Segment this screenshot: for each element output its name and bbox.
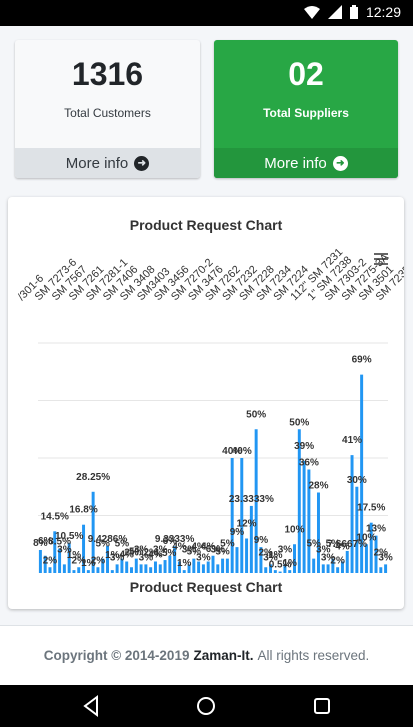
- chart-bar[interactable]: [62, 564, 66, 573]
- chart-bar[interactable]: [163, 560, 167, 573]
- suppliers-count: 02: [288, 56, 324, 92]
- data-label: 28%: [308, 481, 328, 492]
- arrow-circle-right-icon: ➜: [332, 155, 348, 171]
- data-label: 1%: [177, 558, 192, 569]
- chart-bar[interactable]: [379, 567, 383, 573]
- data-label: 69%: [352, 355, 372, 366]
- android-nav-bar: [0, 685, 413, 727]
- data-label: 16.8%: [69, 505, 97, 516]
- chart-bar[interactable]: [235, 547, 239, 573]
- chart-bar[interactable]: [144, 564, 148, 573]
- customers-label: Total Customers: [64, 106, 151, 120]
- chart-bar[interactable]: [158, 564, 162, 573]
- customers-card: 1316 Total Customers More info ➜: [15, 40, 200, 178]
- data-label: 12%: [237, 519, 257, 530]
- chart-bar[interactable]: [139, 564, 143, 573]
- data-label: 3%: [378, 552, 393, 563]
- chart-bar[interactable]: [72, 570, 76, 573]
- suppliers-card: 02 Total Suppliers More info ➜: [214, 40, 398, 178]
- signal-icon: [327, 5, 342, 19]
- chart-bar[interactable]: [240, 458, 244, 573]
- chart-bar[interactable]: [326, 564, 330, 573]
- data-label: 28.25%: [76, 472, 110, 483]
- chart-bar[interactable]: [249, 505, 253, 573]
- chart-bar[interactable]: [302, 460, 306, 573]
- chart-bar[interactable]: [38, 550, 42, 573]
- chart-bar[interactable]: [77, 567, 81, 573]
- home-icon[interactable]: [194, 694, 218, 718]
- wifi-icon: [303, 5, 320, 19]
- chart-bar[interactable]: [130, 567, 133, 573]
- chart-bar[interactable]: [384, 564, 388, 573]
- data-label: 10.5%: [55, 531, 83, 542]
- data-label: 2%: [330, 555, 345, 566]
- data-label: 1%: [282, 558, 297, 569]
- chart-bar[interactable]: [201, 564, 205, 573]
- chart-bar[interactable]: [221, 558, 225, 573]
- data-label: 39%: [294, 441, 314, 452]
- more-info-label: More info: [65, 154, 129, 172]
- customers-count: 1316: [71, 56, 144, 92]
- chart-bar[interactable]: [345, 550, 349, 573]
- customers-more-info-link[interactable]: More info ➜: [15, 148, 200, 178]
- data-label: 2%: [43, 555, 58, 566]
- chart-bar[interactable]: [278, 571, 282, 573]
- data-label: 13%: [366, 524, 386, 535]
- data-label: 10%: [284, 524, 304, 535]
- chart-bar[interactable]: [48, 567, 52, 573]
- chart-bar[interactable]: [153, 561, 157, 574]
- chart-bar[interactable]: [336, 567, 340, 573]
- status-bar: 12:29: [0, 0, 413, 26]
- chart-card: Product Request Chart 8% 6% 2% 14.5% 8.5% 3% 1…: [8, 197, 404, 609]
- chart-bar[interactable]: [350, 455, 354, 573]
- chart-bar[interactable]: [216, 564, 220, 573]
- suppliers-more-info-link[interactable]: More info ➜: [214, 148, 398, 178]
- product-request-chart: 8%6%2%14.5%8.5%3%10.5%1%2%16.8%1%28.25%2…: [16, 246, 404, 595]
- chart-bar[interactable]: [225, 558, 229, 573]
- brand-link[interactable]: Zaman-It.: [193, 648, 253, 663]
- data-label: 3%: [278, 544, 293, 555]
- data-label: 9%: [254, 535, 269, 546]
- chart-bar[interactable]: [355, 486, 359, 573]
- data-label: 50%: [246, 409, 266, 420]
- suppliers-label: Total Suppliers: [263, 106, 349, 120]
- copyright-text: Copyright © 2014-2019: [43, 648, 190, 663]
- chart-bar[interactable]: [182, 570, 186, 573]
- data-label: 2%: [91, 555, 106, 566]
- data-label: 5%: [220, 539, 235, 550]
- recents-icon[interactable]: [310, 694, 334, 718]
- chart-bar[interactable]: [115, 564, 119, 573]
- data-label: 30%: [347, 475, 367, 486]
- data-label: 40%: [232, 446, 252, 457]
- chart-bar[interactable]: [312, 558, 316, 573]
- chart-bar[interactable]: [245, 538, 249, 574]
- chart-bar[interactable]: [192, 558, 196, 573]
- data-label: 14.5%: [41, 511, 69, 522]
- rights-text: All rights reserved.: [257, 648, 370, 663]
- chart-bar[interactable]: [134, 558, 138, 573]
- more-info-label: More info: [264, 154, 327, 172]
- chart-bar[interactable]: [110, 570, 114, 573]
- chart-bar[interactable]: [321, 564, 325, 573]
- chart-bar[interactable]: [96, 567, 100, 573]
- chart-bar[interactable]: [149, 567, 153, 573]
- data-label: 41%: [342, 435, 362, 446]
- data-label: 17.5%: [357, 503, 385, 514]
- battery-icon: [349, 5, 358, 19]
- data-label: 23.3333%: [229, 494, 274, 505]
- chart-bar[interactable]: [86, 570, 90, 573]
- chart-bar[interactable]: [230, 458, 234, 573]
- back-icon[interactable]: [79, 694, 103, 718]
- chart-bar[interactable]: [125, 561, 129, 574]
- data-label: 50%: [289, 417, 309, 428]
- arrow-circle-right-icon: ➜: [134, 155, 150, 171]
- status-time: 12:29: [365, 4, 401, 20]
- chart-bottom-title: Product Request Chart: [130, 579, 283, 595]
- data-label: 36%: [299, 458, 319, 469]
- chart-bar[interactable]: [264, 567, 268, 573]
- chart-bar[interactable]: [211, 555, 215, 573]
- page-footer: Copyright © 2014-2019 Zaman-It. All righ…: [0, 625, 413, 685]
- chart-bar[interactable]: [316, 492, 320, 574]
